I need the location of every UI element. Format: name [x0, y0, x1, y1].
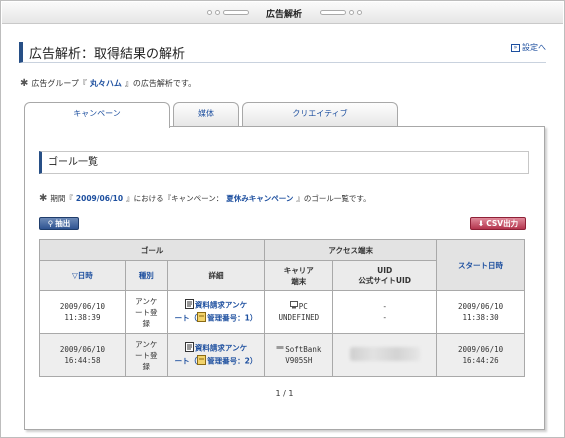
title-bar: 広告解析: [2, 2, 563, 24]
table-row: 2009/06/10 11:38:39 アンケ ート登録 資料請求アンケ ート（ 管理…: [39, 290, 525, 334]
uid-header-line2: 公式サイトUID: [358, 275, 411, 285]
start-time: 11:38:30: [462, 313, 499, 322]
pc-icon: [289, 301, 298, 312]
asterisk-icon: ✱: [39, 193, 48, 204]
uid-value: -: [383, 302, 387, 311]
goal-time: 11:38:39: [64, 313, 101, 322]
lead-prefix: 広告グループ『: [31, 79, 87, 88]
goal-group-header: ゴール: [38, 239, 266, 261]
app-window: 広告解析 広告解析：取得結果の解析 » 設定へ ✱ 広告グループ『 丸々ハム 』の広…: [0, 0, 565, 438]
management-number[interactable]: 管理番号：2）: [207, 357, 257, 366]
section-title: ゴール一覧: [39, 151, 529, 174]
detail-cell: 資料請求アンケ ート（ 管理番号：2）: [166, 333, 266, 377]
mobile-phone-icon: [276, 344, 284, 355]
page-title: 広告解析：取得結果の解析: [29, 47, 186, 62]
window-title: 広告解析: [265, 10, 302, 20]
document-icon: [184, 342, 194, 355]
campaign-name: 夏休みキャンペーン: [226, 194, 294, 203]
type-line3: 録: [142, 361, 151, 371]
settings-link-label: 設定へ: [522, 43, 546, 52]
goal-time: 16:44:58: [64, 356, 101, 365]
carrier-header-line2: 端末: [291, 276, 307, 286]
date-sort-header[interactable]: ▽日時: [39, 260, 126, 291]
detail-link[interactable]: 資料請求アンケ: [195, 344, 247, 353]
period-text: ✱ 期間『 2009/06/10 』における『キャンペーン： 夏休みキャンペーン 』のゴ…: [39, 193, 371, 204]
carrier-header: キャリア 端末: [264, 260, 334, 291]
uid-header: UID 公式サイトUID: [332, 260, 438, 291]
type-line2: ート登: [135, 307, 158, 317]
start-date-header[interactable]: スタート日時: [436, 239, 525, 291]
tab-panel: ゴール一覧 ✱ 期間『 2009/06/10 』における『キャンペーン： 夏休みキャン…: [24, 126, 545, 430]
period-prefix: 期間『: [50, 194, 73, 203]
memo-icon: [197, 312, 207, 325]
carrier-cell: SoftBank V905SH: [264, 333, 334, 377]
start-datetime-cell: 2009/06/10 11:38:30: [436, 290, 525, 334]
type-line1: アンケ: [135, 296, 158, 306]
detail-link-cont[interactable]: ート（: [175, 357, 198, 366]
document-icon: [184, 299, 194, 312]
pagination: 1 / 1: [275, 389, 294, 398]
settings-link[interactable]: » 設定へ: [511, 42, 546, 53]
carrier-header-line1: キャリア: [283, 265, 314, 275]
detail-header: 詳細: [166, 260, 266, 291]
detail-link[interactable]: 資料請求アンケ: [195, 301, 247, 310]
goal-date: 2009/06/10: [59, 345, 105, 354]
period-middle: 』における『キャンペーン：: [126, 194, 224, 203]
memo-icon: [197, 355, 207, 368]
lead-text: ✱ 広告グループ『 丸々ハム 』の広告解析です。: [20, 78, 196, 89]
device-name: UNDEFINED: [278, 313, 320, 323]
extract-button-label: 抽出: [55, 219, 71, 228]
uid-cell: --: [332, 290, 438, 334]
type-header[interactable]: 種別: [124, 260, 168, 291]
goal-datetime-cell: 2009/06/10 16:44:58: [39, 333, 126, 377]
page-header: 広告解析：取得結果の解析 » 設定へ: [19, 42, 546, 63]
ad-group-name: 丸々ハム: [89, 79, 122, 88]
extract-button[interactable]: ⚲ 抽出: [39, 217, 79, 230]
type-cell: アンケ ート登録: [124, 290, 168, 334]
goal-date: 2009/06/10: [59, 302, 105, 311]
asterisk-icon: ✱: [20, 78, 29, 89]
carrier-name: SoftBank: [285, 344, 322, 354]
tab-media[interactable]: 媒体: [173, 102, 239, 126]
period-date: 2009/06/10: [75, 194, 124, 203]
double-chevron-icon: »: [511, 43, 520, 52]
detail-cell: 資料請求アンケ ート（ 管理番号：1）: [166, 290, 266, 334]
redacted-uid: [349, 346, 420, 361]
tab-creative[interactable]: クリエイティブ: [242, 102, 398, 126]
period-suffix: 』のゴール一覧です。: [296, 194, 371, 203]
uid-header-line1: UID: [377, 265, 393, 275]
uid-cell: [332, 333, 438, 377]
type-line3: 録: [142, 318, 151, 328]
detail-link-cont[interactable]: ート（: [175, 314, 198, 323]
start-date: 2009/06/10: [457, 302, 504, 311]
carrier-cell: PC UNDEFINED: [264, 290, 334, 334]
start-date: 2009/06/10: [457, 345, 504, 354]
lead-suffix: 』の広告解析です。: [124, 79, 197, 88]
type-line2: ート登: [135, 350, 158, 360]
table-row: 2009/06/10 16:44:58 アンケ ート登録 資料請求アンケ ート（ 管理…: [39, 333, 525, 377]
csv-export-button[interactable]: ⬇ CSV出力: [470, 217, 526, 230]
type-line1: アンケ: [135, 339, 158, 349]
device-name: V905SH: [285, 356, 313, 366]
type-cell: アンケ ート登録: [124, 333, 168, 377]
management-number[interactable]: 管理番号：1）: [207, 314, 257, 323]
goal-table: ゴール アクセス端末 スタート日時 ▽日時 種別 詳細 キャリア 端末 UID 公式…: [38, 239, 525, 377]
access-group-header: アクセス端末: [264, 239, 438, 261]
download-arrow-icon: ⬇: [477, 219, 485, 228]
goal-datetime-cell: 2009/06/10 11:38:39: [39, 290, 126, 334]
official-uid-value: -: [383, 313, 387, 322]
search-icon: ⚲: [47, 219, 54, 228]
csv-button-label: CSV出力: [486, 219, 519, 228]
carrier-name: PC: [298, 301, 308, 311]
tab-campaign[interactable]: キャンペーン: [24, 102, 170, 128]
window-controls-right: [320, 10, 362, 15]
start-time: 16:44:26: [462, 356, 499, 365]
start-datetime-cell: 2009/06/10 16:44:26: [436, 333, 525, 377]
